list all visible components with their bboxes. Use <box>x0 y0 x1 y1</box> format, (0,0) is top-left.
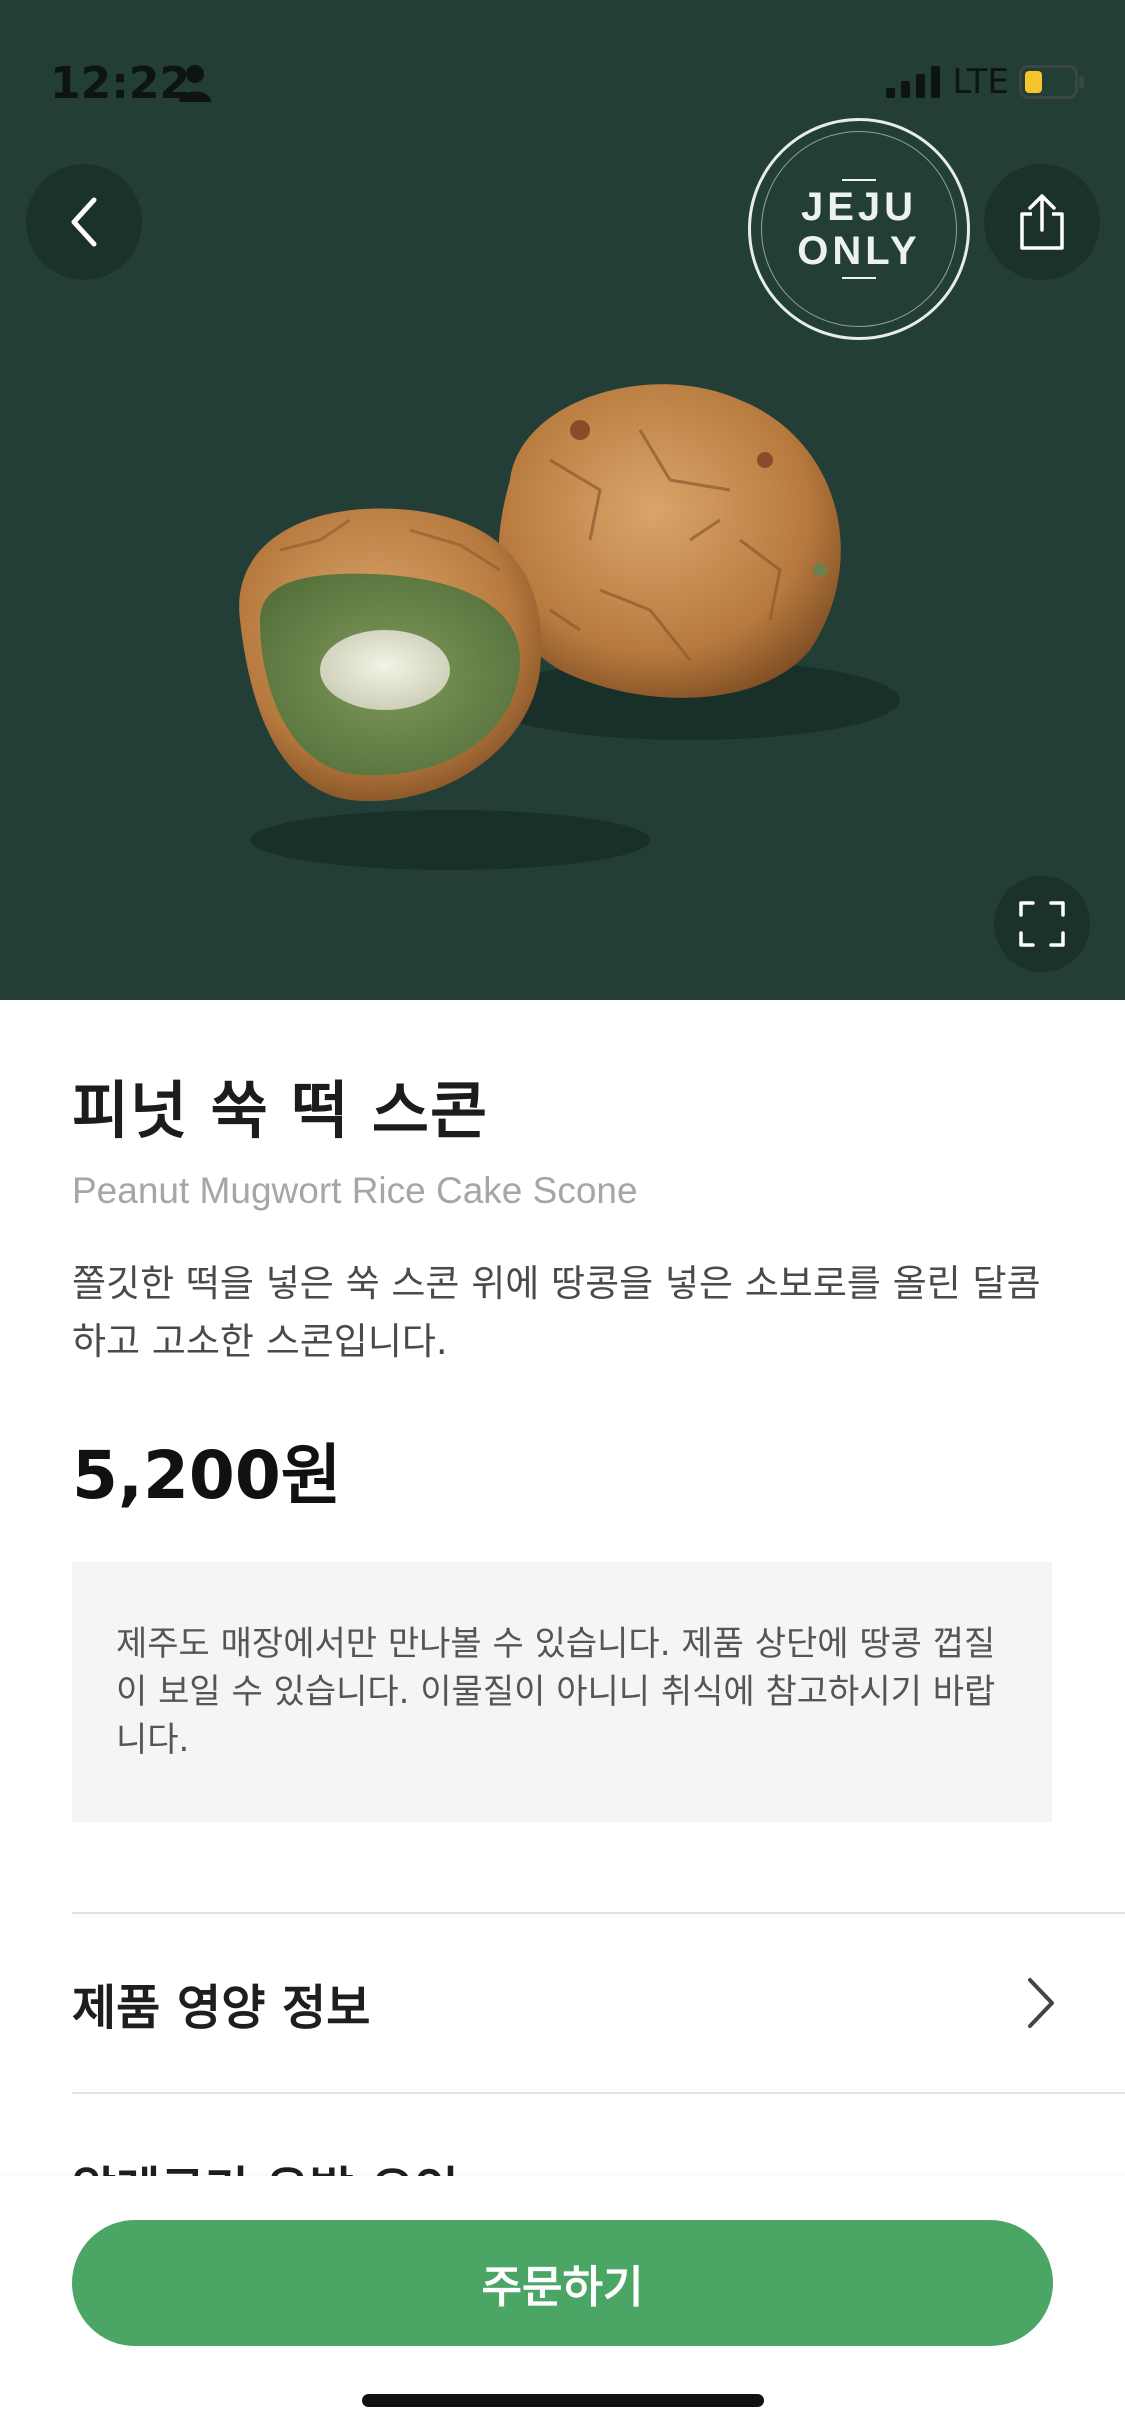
notice-box: 제주도 매장에서만 만나볼 수 있습니다. 제품 상단에 땅콩 껍질이 보일 수… <box>72 1562 1052 1822</box>
signal-icon <box>886 66 941 98</box>
share-icon <box>1020 194 1064 250</box>
divider <box>72 2092 1125 2094</box>
product-description: 쫄깃한 떡을 넣은 쑥 스콘 위에 땅콩을 넣은 소보로를 올린 달콤하고 고소… <box>72 1262 1041 1363</box>
order-button[interactable]: 주문하기 <box>72 2220 1053 2346</box>
product-name-english: Peanut Mugwort Rice Cake Scone <box>72 1170 638 1211</box>
nutrition-info-label: 제품 영양 정보 <box>72 1980 371 2036</box>
allergy-info-row[interactable]: 알레르기 유발 요인 <box>72 2150 459 2176</box>
person-icon <box>179 65 211 102</box>
product-price: 5,200원 <box>72 1437 342 1514</box>
status-time: 12:22 <box>50 58 191 109</box>
back-button[interactable] <box>26 164 142 280</box>
expand-image-button[interactable] <box>994 876 1090 972</box>
status-indicators: LTE <box>886 62 1085 102</box>
jeju-only-badge: JEJU ONLY <box>748 118 970 340</box>
product-hero-image: 12:22 LTE JEJU ONLY <box>0 0 1125 1000</box>
battery-icon <box>1019 65 1084 99</box>
network-type: LTE <box>952 62 1009 102</box>
product-name: 피넛 쑥 떡 스콘 <box>72 1074 488 1147</box>
bottom-action-bar: 주문하기 <box>0 2176 1125 2436</box>
share-button[interactable] <box>984 164 1100 280</box>
home-indicator <box>362 2394 764 2407</box>
chevron-left-icon <box>71 197 97 247</box>
chevron-right-icon <box>1028 1978 1054 2028</box>
divider <box>72 1912 1125 1914</box>
scone-image <box>239 384 900 870</box>
notice-text: 제주도 매장에서만 만나볼 수 있습니다. 제품 상단에 땅콩 껍질이 보일 수… <box>116 1624 996 1760</box>
expand-icon <box>1019 901 1065 947</box>
